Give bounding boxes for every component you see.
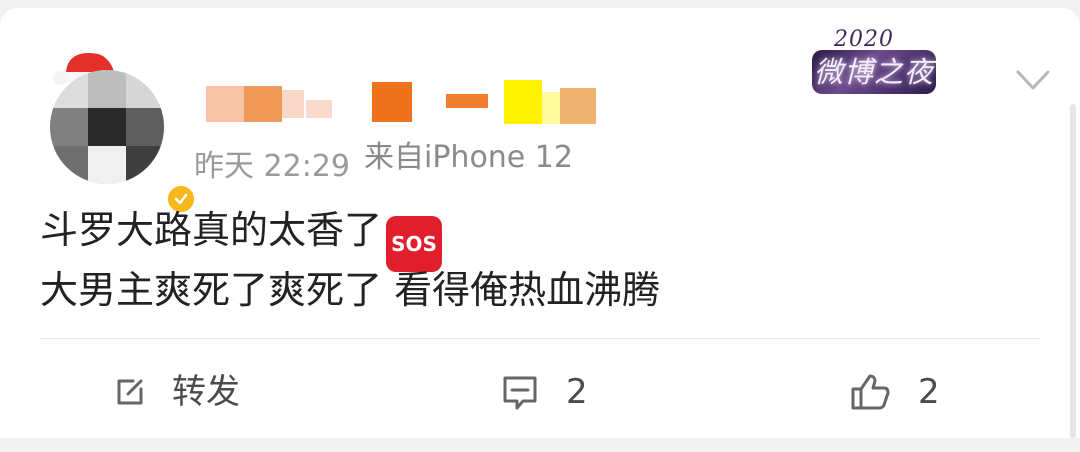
- badge-title: 微博之夜: [812, 50, 936, 94]
- avatar-pixel: [88, 108, 126, 146]
- repost-button[interactable]: 转发: [110, 354, 240, 430]
- weibo-post-card: 昨天 22:29 来自iPhone 12 2020 微博之夜 斗罗大路真的太香了 S…: [0, 8, 1080, 438]
- redaction-block: [306, 100, 332, 118]
- username-redacted[interactable]: [196, 80, 636, 124]
- post-source: 来自iPhone 12: [364, 140, 573, 175]
- thumbs-up-icon: [851, 374, 890, 410]
- divider: [40, 338, 1040, 339]
- badge-year: 2020: [834, 27, 894, 52]
- avatar-pixel: [50, 146, 88, 184]
- avatar-pixel: [126, 146, 164, 184]
- like-button[interactable]: 2: [846, 354, 940, 430]
- repost-label: 转发: [172, 372, 240, 412]
- redaction-block: [560, 88, 596, 124]
- post-meta: 昨天 22:29 来自iPhone 12: [194, 136, 573, 180]
- avatar[interactable]: [50, 70, 164, 184]
- avatar-pixel: [88, 70, 126, 108]
- comment-icon: [503, 376, 537, 410]
- avatar-pixel: [50, 108, 88, 146]
- redaction-block: [542, 92, 560, 124]
- post-time: 昨天 22:29: [194, 149, 350, 180]
- comment-button[interactable]: 2: [498, 354, 588, 430]
- post-text: 大男主爽死了爽死了 看得俺热血沸腾: [40, 268, 661, 312]
- redaction-block: [206, 86, 244, 122]
- chevron-down-icon[interactable]: [1012, 62, 1054, 100]
- redaction-block: [244, 86, 282, 122]
- comment-count: 2: [566, 372, 588, 412]
- post-content: 斗罗大路真的太香了 SOS 大男主爽死了爽死了 看得俺热血沸腾: [40, 200, 1020, 320]
- post-text: 斗罗大路真的太香了: [40, 208, 383, 252]
- avatar-pixel: [126, 108, 164, 146]
- scrollbar[interactable]: [1070, 104, 1076, 438]
- redaction-block: [446, 94, 488, 108]
- edit-square-icon: [117, 379, 143, 405]
- redaction-block: [282, 90, 304, 118]
- redaction-block: [372, 82, 412, 122]
- redaction-block: [504, 80, 542, 124]
- weibo-night-badge: 2020 微博之夜: [808, 28, 938, 98]
- avatar-wrapper[interactable]: [48, 40, 198, 216]
- post-text-line-2: 大男主爽死了爽死了 看得俺热血沸腾: [40, 260, 1020, 320]
- avatar-pixel: [88, 146, 126, 184]
- post-text-line-1: 斗罗大路真的太香了 SOS: [40, 200, 1020, 272]
- action-bar: 转发 2 2: [0, 354, 1080, 430]
- like-count: 2: [918, 372, 940, 412]
- avatar-pixel: [50, 70, 88, 108]
- avatar-pixel: [126, 70, 164, 108]
